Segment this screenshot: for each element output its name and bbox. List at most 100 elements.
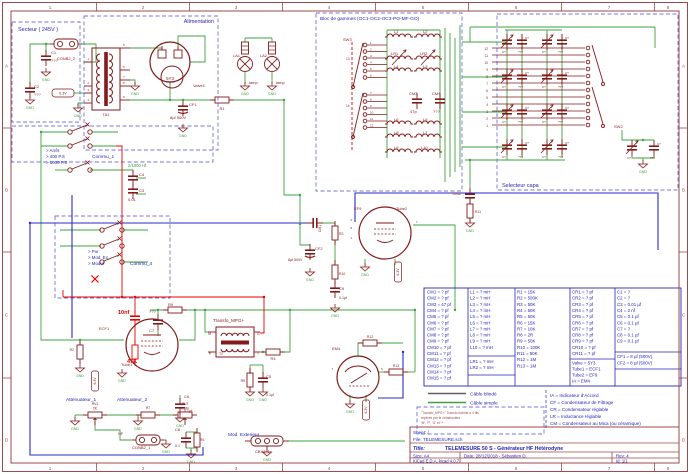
text-label: 7	[416, 220, 418, 224]
zone-row-label: C	[682, 313, 686, 318]
junction-dot	[157, 309, 159, 311]
cap-label: C?	[565, 141, 569, 145]
text-label: RV1	[92, 402, 99, 406]
text-label: C6	[184, 394, 190, 399]
wire-g	[78, 103, 84, 106]
wire-g	[622, 130, 632, 140]
text-label: 4	[87, 98, 89, 102]
text-label: L4	[394, 64, 399, 69]
table-cell: C9 = 0.1 µf	[617, 339, 639, 344]
text-label: Title:	[413, 446, 425, 452]
table-cell: CM12 = ? pf	[427, 357, 452, 362]
gnd-label: GND	[268, 92, 276, 96]
text-label: 12	[484, 47, 488, 51]
rect	[88, 412, 102, 418]
text-label: Commu_4	[130, 261, 152, 267]
pin-number: 5	[370, 67, 372, 71]
legend-note: "Transfo_MPG+" Transfo bobiné à 4 fils	[421, 411, 479, 415]
table-cell: C7 = ?	[617, 326, 631, 331]
path	[345, 366, 371, 372]
legend-def: IA = Indicateur d'Accord	[550, 393, 599, 398]
rect	[242, 42, 249, 54]
pin-number: 8	[370, 97, 372, 101]
junction-dot	[182, 99, 184, 101]
circle	[586, 60, 590, 64]
circle	[68, 144, 72, 148]
text-label: 1	[486, 124, 488, 128]
text-label: SW2	[614, 124, 623, 129]
table-cell: L3 = ? mH	[470, 302, 490, 307]
text-label: Câble blindé	[470, 392, 497, 398]
path	[385, 134, 413, 137]
table-cell: C3 = 0.01 µf	[617, 302, 642, 307]
text-label: +	[257, 352, 259, 356]
rect	[141, 412, 155, 418]
gnd-label: GND	[639, 170, 647, 174]
cap-label: ???	[518, 120, 523, 124]
path	[144, 352, 160, 355]
circle	[88, 144, 92, 148]
gnd-label: GND	[361, 273, 369, 277]
rect	[215, 97, 229, 103]
line	[592, 45, 603, 82]
table-cell: CM8 = ? pf	[427, 333, 449, 338]
gnd-symbol	[639, 164, 648, 168]
gnd-label: GND	[76, 374, 84, 378]
text-label: R5	[241, 379, 245, 383]
circle	[363, 93, 367, 97]
text-label: R10	[339, 272, 345, 276]
zone-row-label: B	[682, 188, 685, 193]
junction-dot	[299, 223, 301, 225]
circle	[586, 53, 590, 57]
text-label: C8	[175, 427, 181, 432]
junction-dot	[469, 159, 471, 161]
junction-dot	[40, 131, 42, 133]
path	[385, 121, 413, 124]
text-label: 6	[486, 89, 488, 93]
circle	[363, 100, 367, 104]
gnd-label: GND	[71, 427, 79, 431]
text-label: SW3	[343, 37, 352, 42]
path	[97, 54, 100, 103]
circle	[363, 119, 367, 123]
text-label: 8	[486, 75, 488, 79]
table-cell: CF2 = 8 µf (500V)	[617, 361, 653, 366]
path	[414, 149, 442, 152]
zone-col-label: 7	[608, 466, 611, 471]
gnd-symbol	[162, 444, 171, 448]
text-label: 0.5M	[181, 407, 189, 411]
circle	[139, 437, 144, 442]
net-tag: 6.3V	[396, 268, 400, 276]
text-label: 2	[350, 218, 352, 222]
circle	[363, 50, 367, 54]
text-label: 9	[350, 226, 352, 230]
gnd-label: GND	[331, 314, 339, 318]
schematic-canvas[interactable]: 123456789101112C?C????C?C????C?C????C?C?…	[0, 0, 690, 474]
table-cell: R3 = 50K	[517, 302, 536, 307]
path	[385, 34, 413, 37]
text-label: 13	[346, 57, 350, 61]
table-cell: CM7 = ? pf	[427, 326, 449, 331]
gnd-label: GND	[466, 229, 474, 233]
text-label: LR2	[420, 51, 428, 56]
pin-number: 6	[370, 73, 372, 77]
legend-note: 'M', 'P', 'G' et '+'	[421, 421, 444, 425]
table-cell: CM11 = ? pf	[427, 351, 451, 356]
circle	[68, 168, 72, 172]
path	[414, 68, 442, 71]
rect	[168, 307, 182, 313]
legend-def: CF = Condensateur de Filtrage	[550, 400, 614, 405]
gnd-symbol	[306, 272, 315, 276]
zone-row-label: A	[5, 64, 9, 69]
table-cell: L4 = ? mH	[470, 308, 490, 313]
text-label: R3	[339, 232, 343, 236]
path	[414, 34, 442, 37]
wire-g	[95, 421, 132, 440]
table-cell: CM9 = ? pf	[427, 339, 449, 344]
cap-label: ???	[558, 50, 563, 54]
table-cell: R11 = 50K	[517, 351, 538, 356]
path	[414, 121, 442, 124]
zone-row-label: D	[5, 438, 9, 443]
wire-g	[280, 310, 290, 352]
text-label: L9	[394, 145, 399, 150]
